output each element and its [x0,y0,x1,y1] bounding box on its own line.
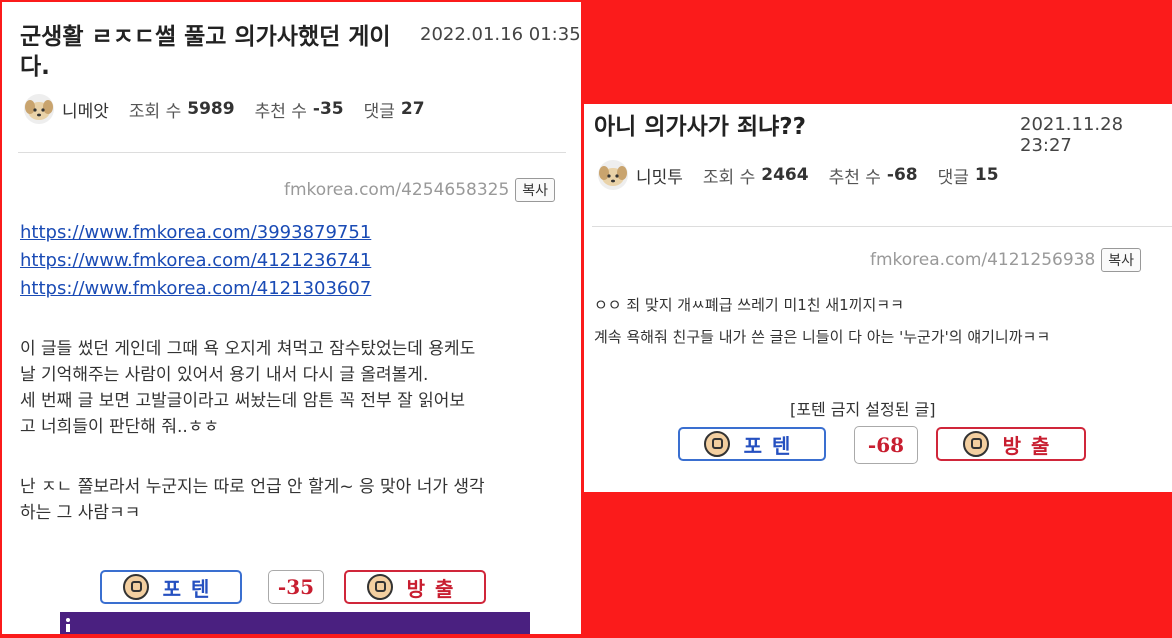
recommend-label: 추천 수 [828,167,881,188]
potent-disabled-notice: [포텐 금지 설정된 글] [790,400,936,419]
recommend-label: 추천 수 [254,101,307,122]
body-line: 이 글들 썼던 게인데 그때 욕 오지게 쳐먹고 잠수탔었는데 용케도 [20,339,476,359]
body-line: 날 기억해주는 사람이 있어서 용기 내서 다시 글 올려볼게. [20,365,429,385]
body-line: 고 너희들이 판단해 줘..ㅎㅎ [20,417,220,437]
vote-down-label: 방출 [1002,433,1060,458]
vote-down-button[interactable]: 방출 [936,427,1086,461]
divider [592,226,1172,227]
vote-down-label: 방출 [406,576,464,601]
vote-count: -35 [268,570,324,604]
vote-up-button[interactable]: 포텐 [100,570,242,604]
comments-label: 댓글 [937,167,969,188]
body-line: 난 ㅈㄴ 쫄보라서 누군지는 따로 언급 안 할게~ 응 맞아 너가 생각 [20,477,485,497]
body-line: 계속 욕해줘 친구들 내가 쓴 글은 니들이 다 아는 '누군가'의 얘기니까ㅋ… [594,328,1051,346]
comments-label: 댓글 [363,101,395,122]
shortlink-text[interactable]: fmkorea.com/4254658325 [284,180,509,200]
views-count: 2464 [761,165,809,185]
info-icon[interactable] [64,618,72,632]
vote-up-label: 포텐 [743,433,801,458]
views-label: 조회 수 [128,101,182,122]
post-meta: 니메앗 조회 수 5989 추천 수 -35 댓글 27 [24,94,425,124]
thumbs-down-icon [366,574,393,600]
ad-banner[interactable] [60,612,530,634]
body-line: ㅇㅇ 죄 맞지 개ㅆ폐급 쓰레기 미1친 새1끼지ㅋㅋ [594,296,904,314]
right-post-panel: 아니 의가사가 죄냐?? 2021.11.28 23:27 니밋투 조회 수 2… [584,104,1172,492]
author-avatar[interactable] [24,94,54,124]
post-date: 2022.01.16 01:35 [420,24,581,45]
vote-down-button[interactable]: 방출 [344,570,486,604]
copy-button[interactable]: 복사 [1101,248,1142,272]
comments-count: 27 [400,99,425,119]
shortlink: fmkorea.com/4254658325 복사 [284,178,556,202]
copy-button[interactable]: 복사 [515,178,556,202]
thumbs-down-icon [962,431,989,457]
post-link[interactable]: https://www.fmkorea.com/4121236741 [20,250,371,271]
post-link[interactable]: https://www.fmkorea.com/4121303607 [20,278,371,299]
recommend-count: -35 [312,99,344,119]
vote-up-label: 포텐 [162,576,220,601]
vote-up-button[interactable]: 포텐 [678,427,826,461]
post-date: 2021.11.28 23:27 [1020,114,1124,156]
body-line: 하는 그 사람ㅋㅋ [20,503,141,523]
shortlink-text[interactable]: fmkorea.com/4121256938 [870,250,1095,270]
left-post-panel: 군생활 ㄹㅈㄷ썰 풀고 의가사했던 게이다. 2022.01.16 01:35 … [0,0,583,636]
post-title: 아니 의가사가 죄냐?? [594,114,806,140]
views-count: 5989 [187,99,235,119]
vote-count: -68 [854,426,918,464]
author-name[interactable]: 니밋투 [636,163,683,188]
body-line: 세 번째 글 보면 고발글이라고 써놨는데 암튼 꼭 전부 잘 읽어보 [20,391,466,411]
recommend-count: -68 [886,165,918,185]
thumbs-up-icon [122,574,149,600]
author-name[interactable]: 니메앗 [62,97,109,122]
author-avatar[interactable] [598,160,628,190]
thumbs-up-icon [703,431,730,457]
shortlink: fmkorea.com/4121256938 복사 [870,248,1142,272]
views-label: 조회 수 [702,167,756,188]
post-title: 군생활 ㄹㅈㄷ썰 풀고 의가사했던 게이다. [20,24,391,80]
comments-count: 15 [974,165,999,185]
divider [18,152,566,153]
post-link[interactable]: https://www.fmkorea.com/3993879751 [20,222,371,243]
post-meta: 니밋투 조회 수 2464 추천 수 -68 댓글 15 [598,160,999,190]
